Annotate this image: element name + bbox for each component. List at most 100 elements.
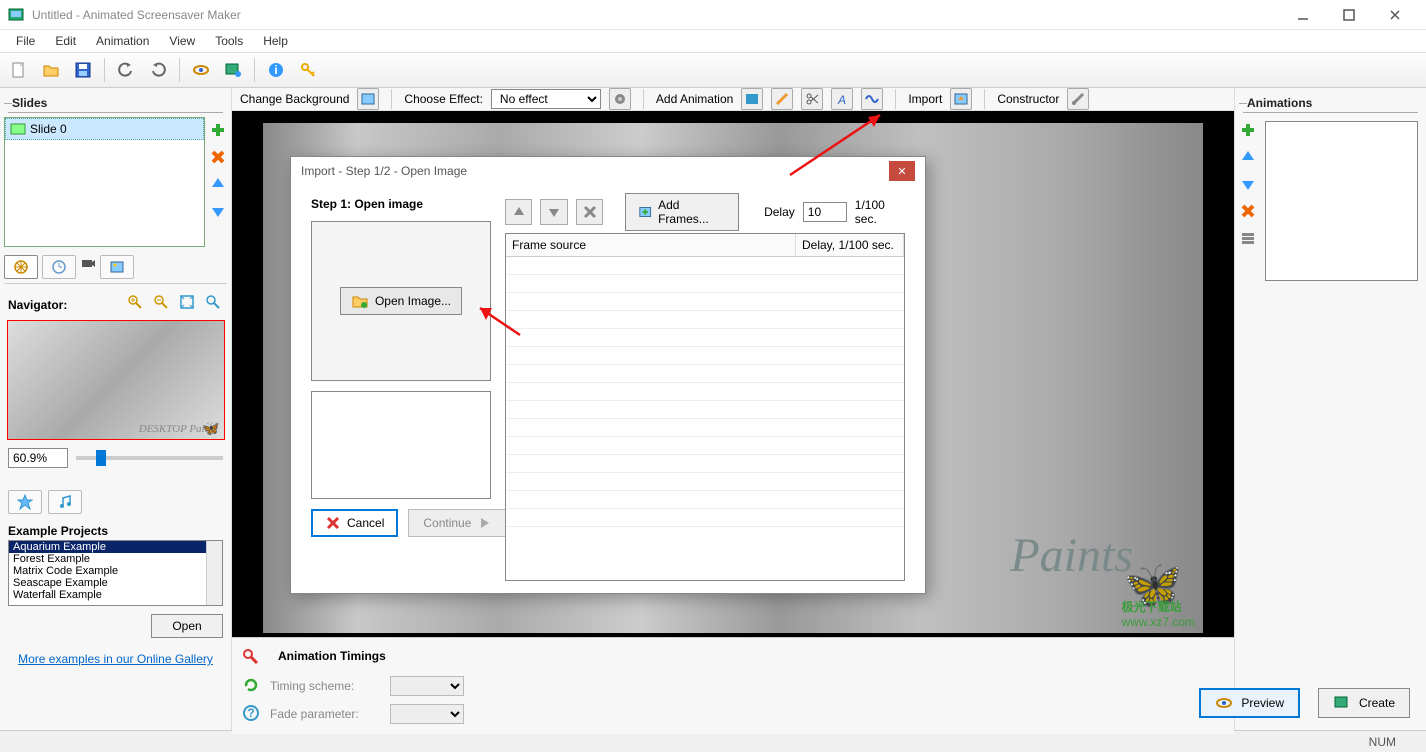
- svg-text:i: i: [274, 63, 277, 77]
- menu-edit[interactable]: Edit: [45, 32, 86, 50]
- add-frames-button[interactable]: Add Frames...: [625, 193, 739, 231]
- examples-heading: Example Projects: [8, 524, 223, 538]
- add-animation-label[interactable]: Add Animation: [656, 92, 733, 106]
- annotation-arrow-open-image: [470, 300, 530, 343]
- zoom-actual-icon[interactable]: [205, 294, 221, 313]
- example-item[interactable]: Aquarium Example: [9, 541, 222, 553]
- navigator-label: Navigator:: [8, 298, 67, 312]
- constructor-icon[interactable]: [1067, 88, 1089, 110]
- menu-help[interactable]: Help: [253, 32, 298, 50]
- refresh-icon[interactable]: [242, 676, 260, 697]
- frame-down-button[interactable]: [540, 199, 567, 225]
- open-folder-icon[interactable]: [38, 57, 64, 83]
- add-slide-icon[interactable]: [209, 121, 227, 142]
- import-icon[interactable]: [950, 88, 972, 110]
- fade-parameter-label: Fade parameter:: [270, 707, 380, 721]
- animations-list[interactable]: [1265, 121, 1418, 281]
- navigator-preview[interactable]: DESKTOP Paints 🦋: [7, 320, 225, 440]
- constructor-label[interactable]: Constructor: [997, 92, 1059, 106]
- anim-up-icon[interactable]: [1239, 148, 1257, 169]
- annotation-arrow-import: [780, 105, 900, 188]
- example-item[interactable]: Matrix Code Example: [9, 565, 222, 577]
- animations-heading: Animations: [1243, 94, 1418, 113]
- zoom-fit-icon[interactable]: [179, 294, 195, 313]
- left-panel: Slides Slide 0 Navigator:: [0, 88, 232, 730]
- favorites-tab[interactable]: [8, 490, 42, 514]
- menu-view[interactable]: View: [159, 32, 205, 50]
- example-item[interactable]: Waterfall Example: [9, 589, 222, 601]
- frames-grid[interactable]: Frame source Delay, 1/100 sec.: [505, 233, 905, 581]
- tab-image[interactable]: [100, 255, 134, 279]
- continue-button[interactable]: Continue: [408, 509, 508, 537]
- add-animation-icon[interactable]: [1239, 121, 1257, 142]
- delete-slide-icon[interactable]: [209, 148, 227, 169]
- new-file-icon[interactable]: [6, 57, 32, 83]
- examples-list[interactable]: Aquarium Example Forest Example Matrix C…: [8, 540, 223, 606]
- tab-clock[interactable]: [42, 255, 76, 279]
- save-icon[interactable]: [70, 57, 96, 83]
- close-button[interactable]: [1372, 0, 1418, 30]
- music-tab[interactable]: [48, 490, 82, 514]
- key-icon[interactable]: [295, 57, 321, 83]
- cancel-button[interactable]: Cancel: [311, 509, 398, 537]
- move-down-icon[interactable]: [209, 202, 227, 223]
- animation-film-icon[interactable]: [741, 88, 763, 110]
- preview-box: [311, 391, 491, 499]
- zoom-input[interactable]: [8, 448, 68, 468]
- title-bar: Untitled - Animated Screensaver Maker: [0, 0, 1426, 30]
- create-button[interactable]: Create: [1318, 688, 1410, 718]
- change-background-icon[interactable]: [357, 88, 379, 110]
- delay-input[interactable]: [803, 202, 847, 222]
- example-item[interactable]: Forest Example: [9, 553, 222, 565]
- example-item[interactable]: Seascape Example: [9, 577, 222, 589]
- anim-delete-icon[interactable]: [1239, 202, 1257, 223]
- menu-bar: File Edit Animation View Tools Help: [0, 30, 1426, 52]
- timing-settings-icon[interactable]: [242, 648, 260, 669]
- change-background-label[interactable]: Change Background: [240, 92, 349, 106]
- preview-eye-icon[interactable]: [188, 57, 214, 83]
- undo-icon[interactable]: [113, 57, 139, 83]
- import-label[interactable]: Import: [908, 92, 942, 106]
- slide-item-0[interactable]: Slide 0: [5, 118, 204, 140]
- menu-file[interactable]: File: [6, 32, 45, 50]
- zoom-slider[interactable]: [76, 456, 223, 460]
- frame-up-button[interactable]: [505, 199, 532, 225]
- help-icon[interactable]: ?: [242, 704, 260, 725]
- info-icon[interactable]: i: [263, 57, 289, 83]
- online-gallery-link[interactable]: More examples in our Online Gallery: [8, 652, 223, 666]
- canvas-watermark-text: Paints: [1010, 528, 1133, 583]
- redo-icon[interactable]: [145, 57, 171, 83]
- main-toolbar: i: [0, 52, 1426, 88]
- tab-row: [4, 255, 227, 284]
- anim-down-icon[interactable]: [1239, 175, 1257, 196]
- timing-heading: Animation Timings: [278, 649, 386, 663]
- step-label: Step 1: Open image: [311, 197, 491, 211]
- tab-navigator[interactable]: [4, 255, 38, 279]
- zoom-in-icon[interactable]: [127, 294, 143, 313]
- tab-camera[interactable]: [80, 255, 96, 279]
- examples-scrollbar[interactable]: [206, 541, 222, 605]
- slides-list[interactable]: Slide 0: [4, 117, 205, 247]
- maximize-button[interactable]: [1326, 0, 1372, 30]
- choose-effect-label: Choose Effect:: [404, 92, 483, 106]
- effect-select[interactable]: No effect: [491, 89, 601, 109]
- fade-parameter-select[interactable]: [390, 704, 464, 724]
- move-up-icon[interactable]: [209, 175, 227, 196]
- zoom-out-icon[interactable]: [153, 294, 169, 313]
- action-bar: Change Background Choose Effect: No effe…: [232, 88, 1234, 111]
- menu-animation[interactable]: Animation: [86, 32, 159, 50]
- slides-heading: Slides: [8, 94, 223, 113]
- effect-settings-icon[interactable]: [609, 88, 631, 110]
- menu-tools[interactable]: Tools: [205, 32, 253, 50]
- minimize-button[interactable]: [1280, 0, 1326, 30]
- grid-col-source: Frame source: [506, 234, 796, 256]
- window-title: Untitled - Animated Screensaver Maker: [32, 8, 1280, 22]
- timing-scheme-select[interactable]: [390, 676, 464, 696]
- create-screensaver-icon[interactable]: [220, 57, 246, 83]
- right-panel: Animations: [1234, 88, 1426, 730]
- open-example-button[interactable]: Open: [151, 614, 223, 638]
- open-image-button[interactable]: Open Image...: [340, 287, 462, 315]
- frame-delete-button[interactable]: [576, 199, 603, 225]
- anim-properties-icon[interactable]: [1239, 229, 1257, 250]
- preview-button[interactable]: Preview: [1199, 688, 1300, 718]
